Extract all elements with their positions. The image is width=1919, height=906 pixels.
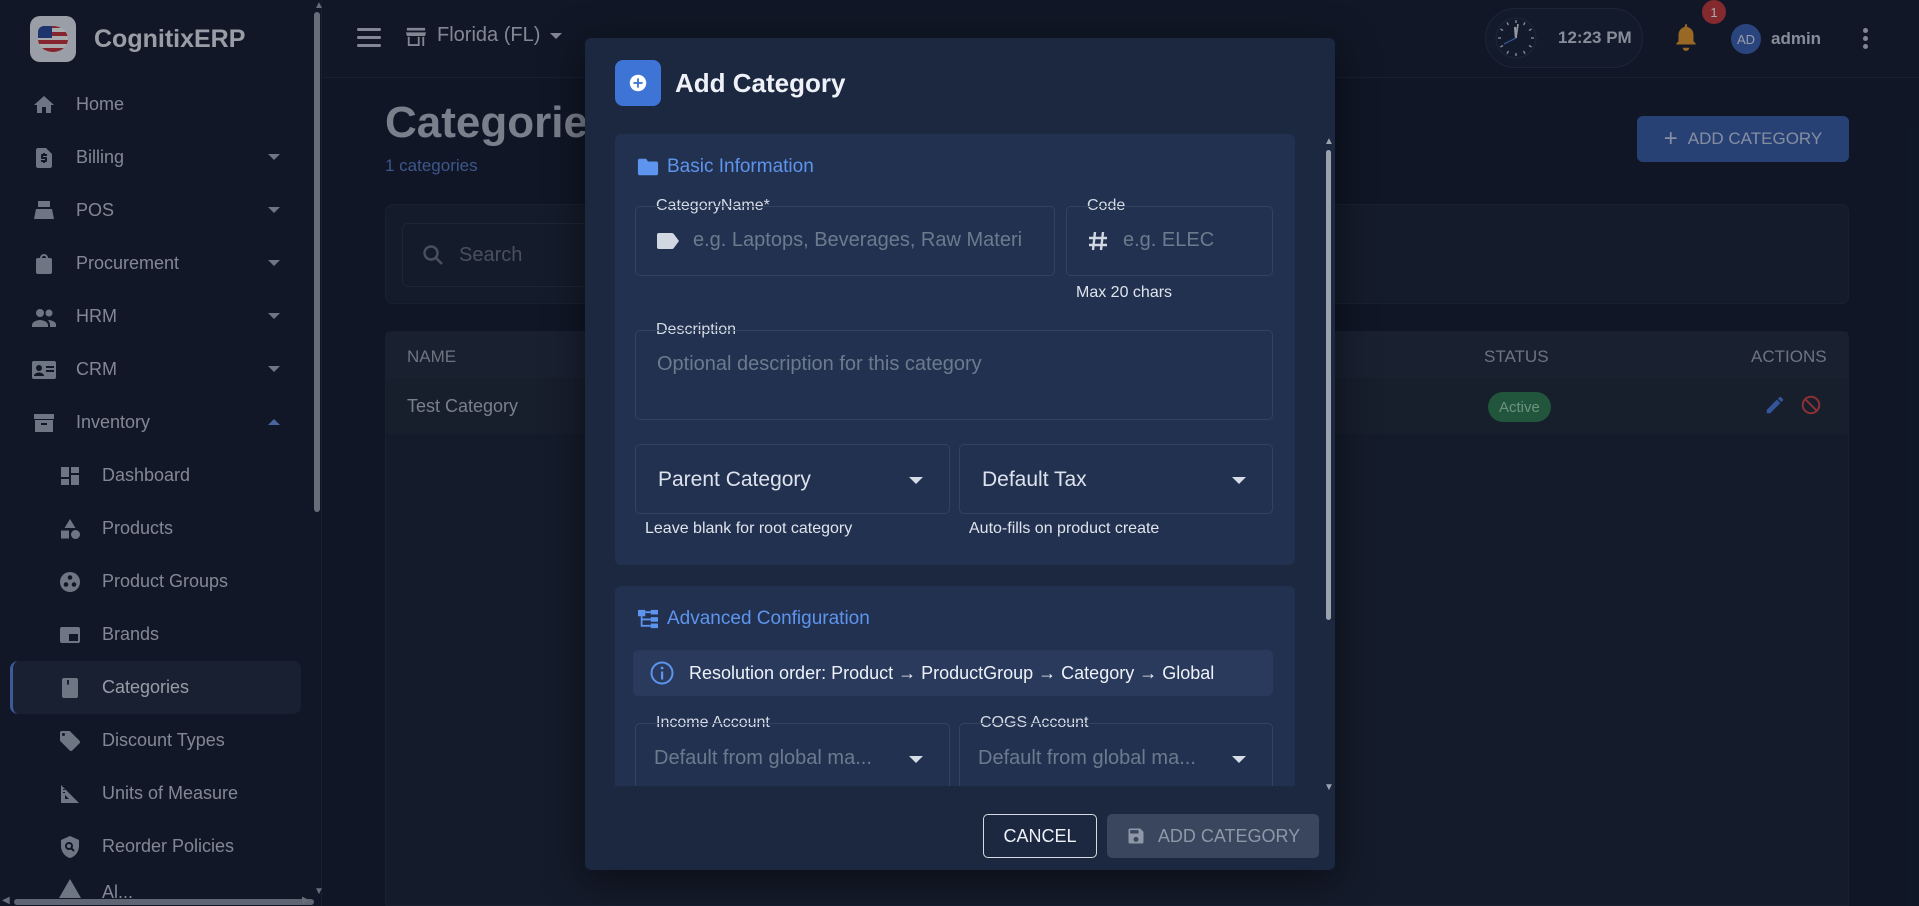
- dialog-body: Basic Information CategoryName* e.g. Lap…: [615, 134, 1295, 786]
- code-placeholder: e.g. ELEC: [1123, 229, 1215, 251]
- dialog-scrollbar[interactable]: [1326, 150, 1331, 620]
- income-account-select[interactable]: Default from global ma...: [635, 723, 950, 786]
- default-tax-select[interactable]: Default Tax: [959, 444, 1273, 514]
- category-name-input[interactable]: e.g. Laptops, Beverages, Raw Materi: [635, 206, 1055, 276]
- description-textarea[interactable]: Optional description for this category: [635, 330, 1273, 420]
- basic-information-section: Basic Information CategoryName* e.g. Lap…: [615, 134, 1295, 565]
- info-icon: [649, 660, 675, 686]
- description-placeholder: Optional description for this category: [657, 353, 982, 375]
- code-input[interactable]: e.g. ELEC: [1066, 206, 1273, 276]
- dialog-header: Add Category: [615, 60, 845, 106]
- section-title: Advanced Configuration: [637, 608, 870, 630]
- add-circle-icon: [615, 60, 661, 106]
- cogs-account-placeholder: Default from global ma...: [978, 747, 1196, 769]
- chevron-down-icon: [1232, 756, 1246, 763]
- default-tax-value: Default Tax: [982, 468, 1087, 491]
- add-category-dialog: Add Category Basic Information CategoryN…: [585, 38, 1335, 870]
- dialog-actions: CANCEL ADD CATEGORY: [585, 814, 1335, 870]
- code-helper-text: Max 20 chars: [1076, 284, 1173, 301]
- cogs-account-select[interactable]: Default from global ma...: [959, 723, 1273, 786]
- folder-icon: [637, 157, 659, 177]
- info-alert-text: Resolution order: Product → ProductGroup…: [689, 662, 1215, 683]
- cancel-button[interactable]: CANCEL: [983, 814, 1097, 858]
- info-alert: Resolution order: Product → ProductGroup…: [633, 650, 1273, 696]
- parent-category-value: Parent Category: [658, 468, 811, 491]
- chevron-down-icon: [909, 477, 923, 484]
- submit-label: ADD CATEGORY: [1157, 825, 1301, 846]
- account-tree-icon: [637, 609, 659, 629]
- parent-category-helper-text: Leave blank for root category: [645, 520, 853, 537]
- section-title: Basic Information: [637, 156, 814, 178]
- chevron-down-icon: [909, 756, 923, 763]
- scroll-up-arrow-icon[interactable]: ▲: [1324, 136, 1334, 147]
- parent-category-select[interactable]: Parent Category: [635, 444, 950, 514]
- dialog-title: Add Category: [675, 67, 846, 98]
- category-name-placeholder: e.g. Laptops, Beverages, Raw Materi: [693, 229, 1023, 251]
- label-icon: [656, 232, 680, 255]
- chevron-down-icon: [1232, 477, 1246, 484]
- scroll-down-arrow-icon[interactable]: ▼: [1324, 782, 1334, 793]
- submit-add-category-button[interactable]: ADD CATEGORY: [1107, 814, 1319, 858]
- advanced-configuration-section: Advanced Configuration Resolution order:…: [615, 586, 1295, 786]
- income-account-placeholder: Default from global ma...: [654, 747, 872, 769]
- default-tax-helper-text: Auto-fills on product create: [969, 520, 1160, 537]
- hash-icon: [1087, 229, 1109, 258]
- save-icon: [1126, 826, 1146, 846]
